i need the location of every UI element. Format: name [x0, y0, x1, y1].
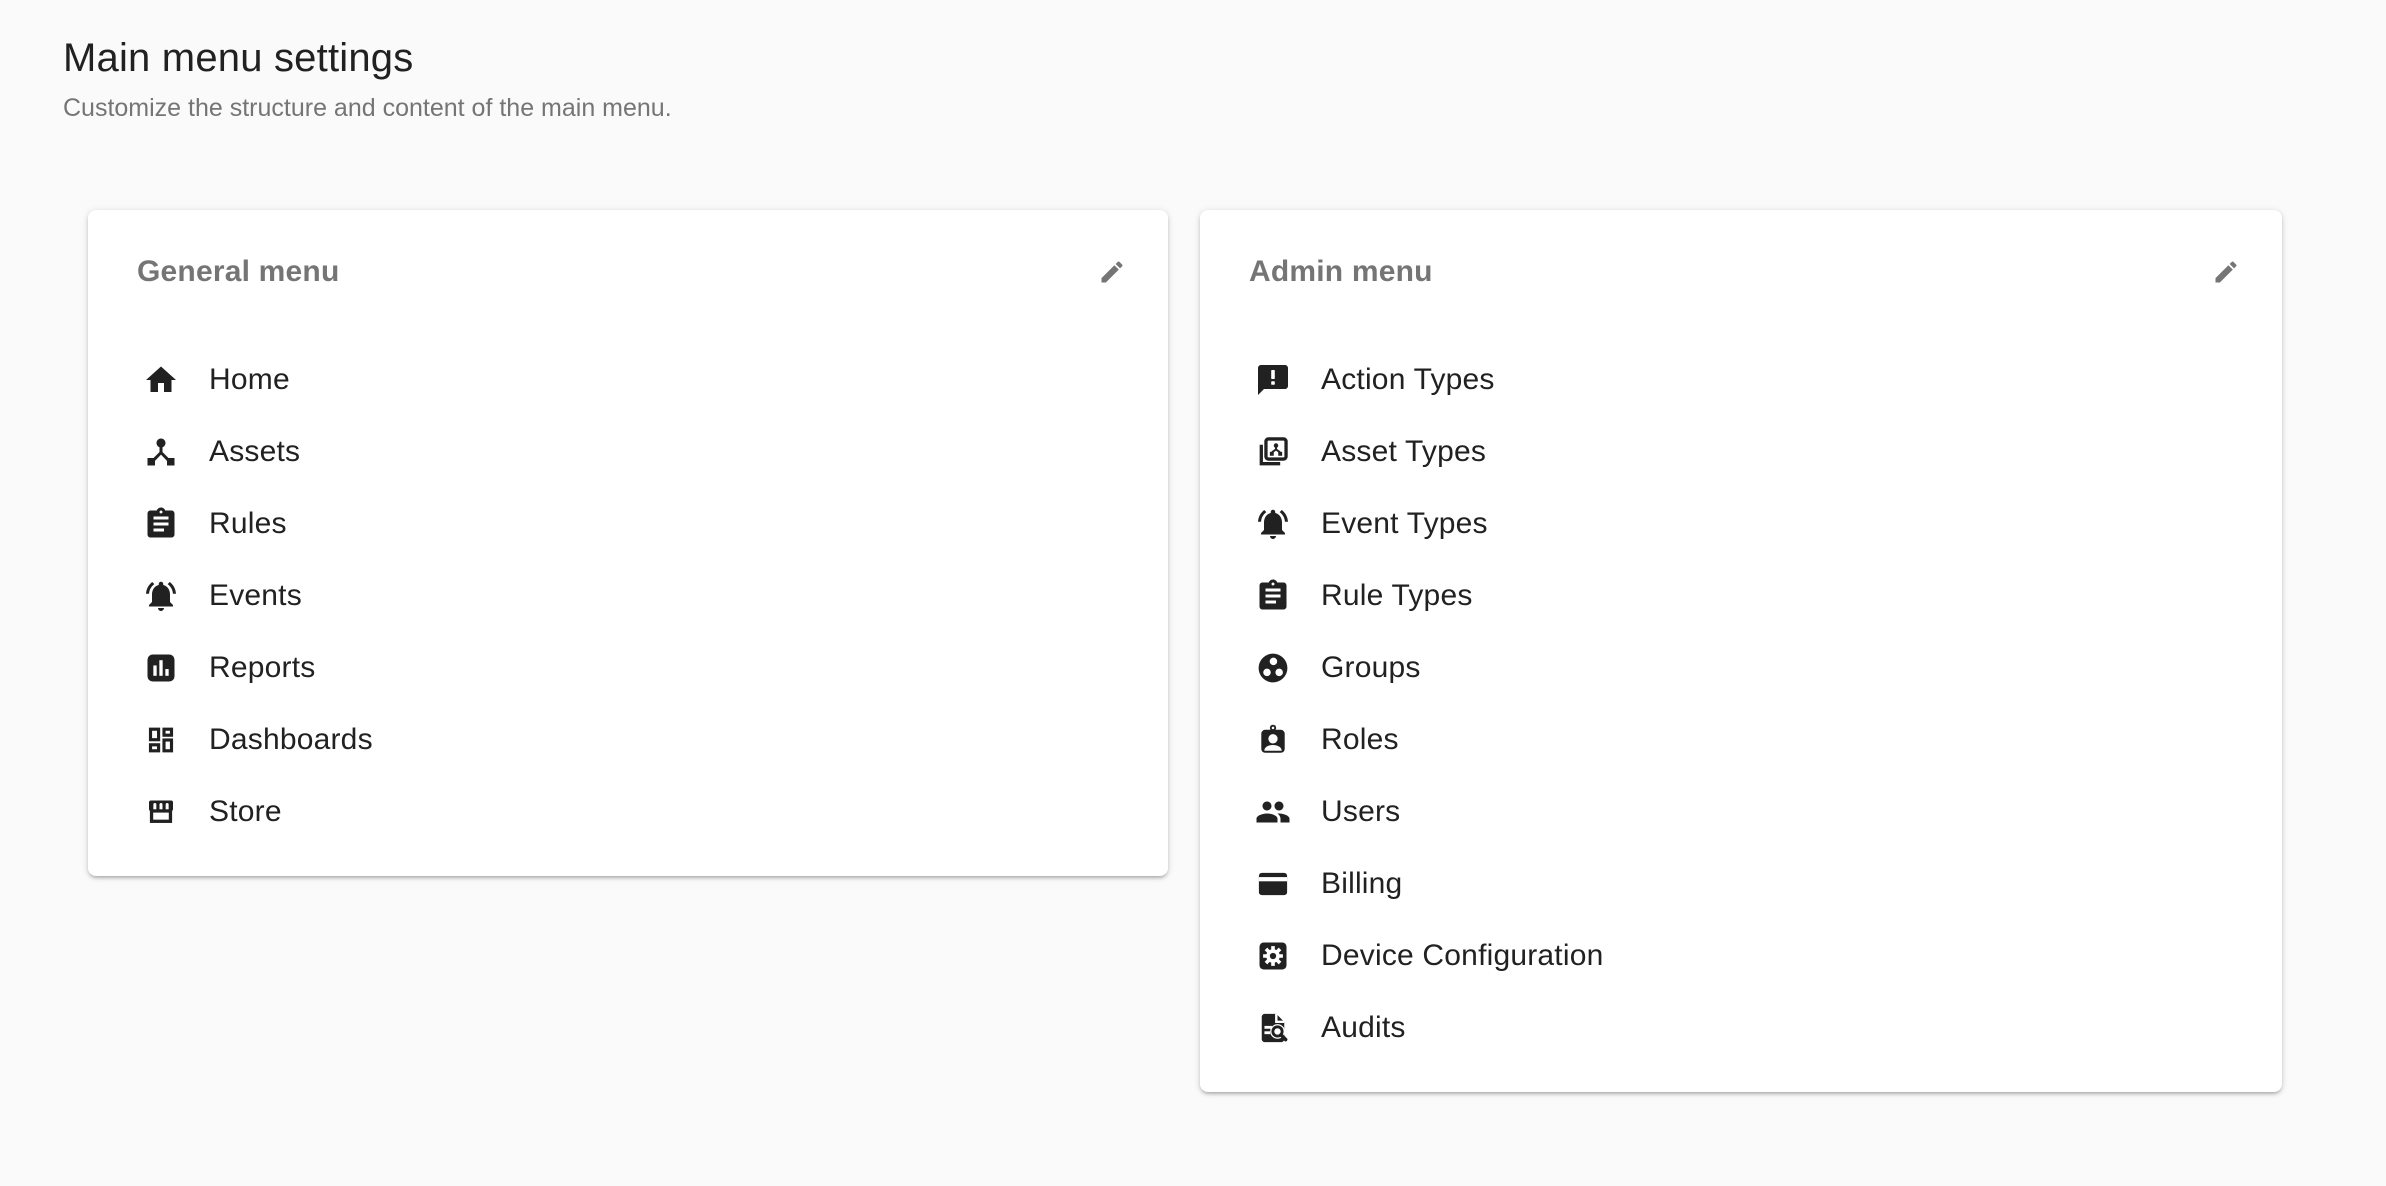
pencil-icon	[2212, 258, 2240, 286]
bell-icon	[1255, 506, 1291, 542]
menu-item-rules: Rules	[137, 488, 1126, 560]
menu-item-store: Store	[137, 776, 1126, 848]
group-work-icon	[1255, 650, 1291, 686]
page-subtitle: Customize the structure and content of t…	[63, 92, 2386, 125]
clipboard-icon	[143, 506, 179, 542]
menu-item-dashboards: Dashboards	[137, 704, 1126, 776]
bell-icon	[143, 578, 179, 614]
admin-menu-card: Admin menu Action Types Asset Types Even…	[1200, 210, 2282, 1092]
credit-card-icon	[1255, 866, 1291, 902]
card-header: General menu	[137, 254, 1126, 290]
general-menu-card: General menu Home Assets Rules Events Re…	[88, 210, 1168, 876]
framed-hub-icon	[1255, 434, 1291, 470]
menu-item-device-configuration: Device Configuration	[1249, 920, 2240, 992]
menu-item-event-types: Event Types	[1249, 488, 2240, 560]
menu-list: Home Assets Rules Events Reports Dashboa…	[137, 344, 1126, 848]
bar-chart-icon	[143, 650, 179, 686]
menu-item-rule-types: Rule Types	[1249, 560, 2240, 632]
document-search-icon	[1255, 1010, 1291, 1046]
menu-list: Action Types Asset Types Event Types Rul…	[1249, 344, 2240, 1064]
card-title: Admin menu	[1249, 255, 1433, 289]
clipboard-icon	[1255, 578, 1291, 614]
menu-cards: General menu Home Assets Rules Events Re…	[88, 210, 2386, 1092]
menu-item-audits: Audits	[1249, 992, 2240, 1064]
menu-item-home: Home	[137, 344, 1126, 416]
card-title: General menu	[137, 255, 339, 289]
edit-general-menu-button[interactable]	[1098, 258, 1126, 286]
home-icon	[143, 362, 179, 398]
main-menu-settings-page: Main menu settings Customize the structu…	[0, 34, 2386, 1186]
card-header: Admin menu	[1249, 254, 2240, 290]
announcement-icon	[1255, 362, 1291, 398]
edit-admin-menu-button[interactable]	[2212, 258, 2240, 286]
menu-item-users: Users	[1249, 776, 2240, 848]
device-hub-icon	[143, 434, 179, 470]
settings-gear-icon	[1255, 938, 1291, 974]
menu-item-billing: Billing	[1249, 848, 2240, 920]
dashboard-icon	[143, 722, 179, 758]
pencil-icon	[1098, 258, 1126, 286]
menu-item-assets: Assets	[137, 416, 1126, 488]
people-icon	[1255, 794, 1291, 830]
page-title: Main menu settings	[63, 34, 2386, 82]
id-badge-icon	[1255, 722, 1291, 758]
menu-item-events: Events	[137, 560, 1126, 632]
menu-item-reports: Reports	[137, 632, 1126, 704]
menu-item-roles: Roles	[1249, 704, 2240, 776]
menu-item-asset-types: Asset Types	[1249, 416, 2240, 488]
menu-item-action-types: Action Types	[1249, 344, 2240, 416]
storefront-icon	[143, 794, 179, 830]
menu-item-groups: Groups	[1249, 632, 2240, 704]
